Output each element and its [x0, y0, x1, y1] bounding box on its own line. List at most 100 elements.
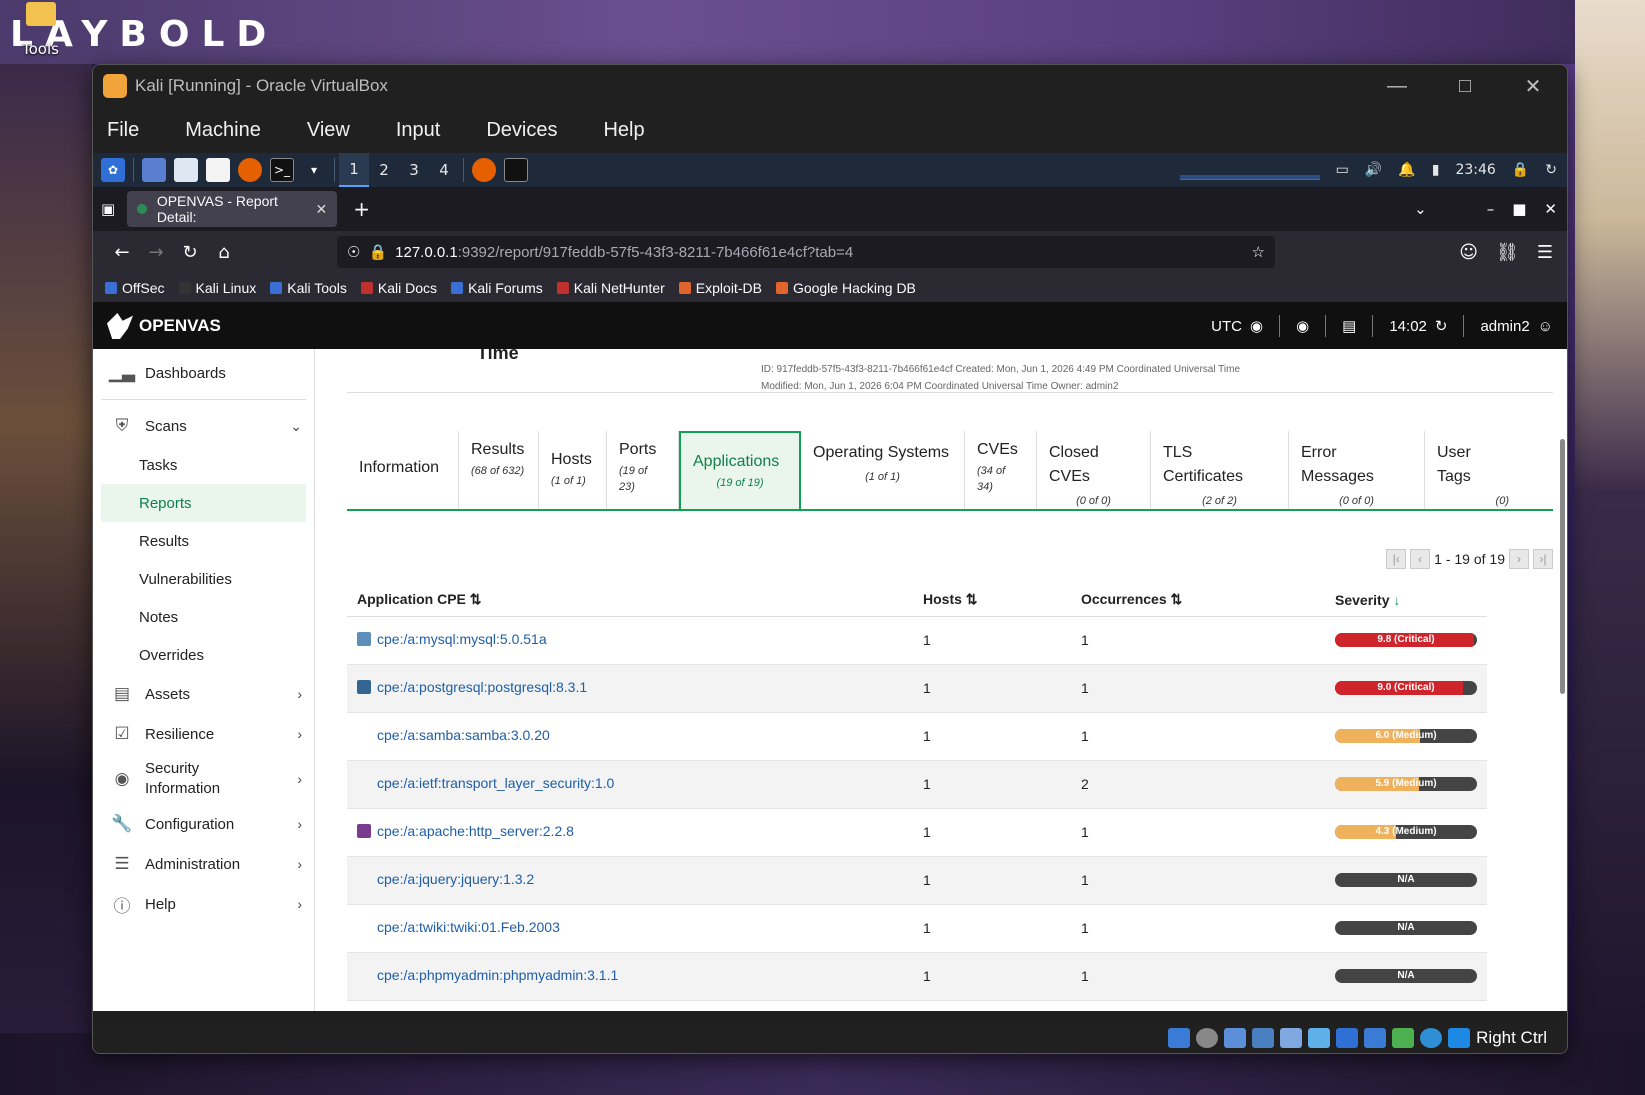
notification-bell-icon[interactable]: 🔔 — [1398, 162, 1415, 178]
tab-error-messages[interactable]: Error Messages (0 of 0) — [1289, 431, 1425, 509]
display-icon[interactable]: ▭ — [1336, 162, 1349, 178]
username[interactable]: admin2 — [1480, 318, 1529, 335]
language-flag-icon[interactable]: ◉ — [1296, 317, 1309, 335]
chevron-right-icon[interactable]: › — [297, 896, 302, 912]
openvas-logo[interactable]: OPENVAS — [107, 313, 221, 339]
panel-clock[interactable]: 23:46 — [1455, 162, 1495, 178]
sidebar-item-assets[interactable]: ▤ Assets › — [93, 674, 314, 714]
tab-user-tags[interactable]: User Tags (0) — [1425, 431, 1521, 509]
tab-cves[interactable]: CVEs (34 of 34) — [965, 431, 1037, 509]
account-icon[interactable]: ☺ — [1459, 242, 1478, 263]
chevron-right-icon[interactable]: › — [297, 816, 302, 832]
workspace-3[interactable]: 3 — [399, 153, 429, 187]
cpe-link[interactable]: cpe:/a:phpmyadmin:phpmyadmin:3.1.1 — [357, 967, 618, 983]
chevron-right-icon[interactable]: › — [297, 726, 302, 742]
sidebar-item-vulnerabilities[interactable]: Vulnerabilities — [93, 560, 314, 598]
usb-icon[interactable] — [1280, 1028, 1303, 1048]
menu-devices[interactable]: Devices — [486, 119, 557, 142]
bookmark-star-icon[interactable]: ☆ — [1252, 243, 1265, 261]
keyboard-capture-icon[interactable] — [1448, 1028, 1471, 1048]
sidebar-item-dashboards[interactable]: ▁▃ Dashboards — [93, 353, 314, 393]
cpe-link[interactable]: cpe:/a:jquery:jquery:1.3.2 — [357, 871, 534, 887]
tab-openvas-report[interactable]: OPENVAS - Report Detail: ✕ — [127, 191, 338, 227]
reload-icon[interactable]: ↻ — [173, 242, 207, 263]
back-icon[interactable]: ← — [105, 242, 139, 263]
terminal-launcher-icon[interactable]: >_ — [270, 158, 294, 182]
site-lock-icon[interactable]: 🔒 — [368, 243, 387, 261]
bookmark-kali-linux[interactable]: Kali Linux — [178, 280, 256, 296]
bookmark-exploit-db[interactable]: Exploit-DB — [678, 280, 762, 296]
ff-minimize-icon[interactable]: – — [1487, 200, 1495, 218]
sidebar-item-results[interactable]: Results — [93, 522, 314, 560]
minimize-icon[interactable]: — — [1363, 65, 1431, 107]
user-icon[interactable]: ☺ — [1538, 318, 1553, 335]
file-manager-icon[interactable] — [174, 158, 198, 182]
list-tabs-icon[interactable]: ⌄ — [1414, 200, 1427, 218]
bookmark-kali-nethunter[interactable]: Kali NetHunter — [556, 280, 665, 296]
firefox-window-icon[interactable] — [472, 158, 496, 182]
chevron-right-icon[interactable]: › — [297, 686, 302, 702]
menu-machine[interactable]: Machine — [185, 119, 261, 142]
home-icon[interactable]: ⌂ — [207, 242, 241, 263]
cpe-link[interactable]: cpe:/a:apache:http_server:2.2.8 — [357, 823, 574, 839]
col-header-hosts[interactable]: Hosts ⇅ — [913, 584, 1071, 617]
lock-icon[interactable]: 🔒 — [1512, 162, 1529, 178]
sidebar-item-administration[interactable]: ☰ Administration › — [93, 844, 314, 884]
chevron-down-icon[interactable]: ▾ — [302, 158, 326, 182]
sort-icon[interactable]: ⇅ — [966, 591, 978, 607]
tab-results[interactable]: Results (68 of 632) — [459, 431, 539, 509]
tab-overview-icon[interactable]: ▣ — [101, 200, 115, 218]
next-page-icon[interactable]: › — [1509, 549, 1529, 569]
maximize-icon[interactable]: □ — [1431, 65, 1499, 107]
sidebar-item-notes[interactable]: Notes — [93, 598, 314, 636]
menu-view[interactable]: View — [307, 119, 350, 142]
sidebar-item-scans[interactable]: ⛨ Scans ⌄ — [93, 406, 314, 446]
cpe-link[interactable]: cpe:/a:ietf:transport_layer_security:1.0 — [357, 775, 614, 791]
tab-applications[interactable]: Applications (19 of 19) — [679, 431, 801, 509]
sidebar-item-resilience[interactable]: ☑ Resilience › — [93, 714, 314, 754]
kali-menu-icon[interactable]: ✿ — [101, 158, 125, 182]
cpe-link[interactable]: cpe:/a:samba:samba:3.0.20 — [357, 727, 550, 743]
workspace-4[interactable]: 4 — [429, 153, 459, 187]
sort-icon[interactable]: ⇅ — [470, 591, 482, 607]
menu-help[interactable]: Help — [603, 119, 644, 142]
cpu-icon[interactable] — [1392, 1028, 1415, 1048]
sidebar-item-overrides[interactable]: Overrides — [93, 636, 314, 674]
sidebar-item-configuration[interactable]: 🔧 Configuration › — [93, 804, 314, 844]
recording-icon[interactable] — [1364, 1028, 1387, 1048]
text-editor-icon[interactable] — [206, 158, 230, 182]
folder-icon[interactable] — [26, 2, 56, 26]
firefox-launcher-icon[interactable] — [238, 158, 262, 182]
terminal-window-icon[interactable] — [504, 158, 528, 182]
tab-hosts[interactable]: Hosts (1 of 1) — [539, 431, 607, 509]
sort-icon[interactable]: ⇅ — [1171, 591, 1183, 607]
chevron-right-icon[interactable]: › — [297, 771, 302, 787]
menu-file[interactable]: File — [107, 119, 139, 142]
last-page-icon[interactable]: ›| — [1533, 549, 1553, 569]
show-desktop-icon[interactable] — [142, 158, 166, 182]
desktop-tools-label[interactable]: Tools — [22, 40, 59, 58]
bookmark-google-hacking-db[interactable]: Google Hacking DB — [775, 280, 916, 296]
mouse-integration-icon[interactable] — [1420, 1028, 1443, 1048]
tab-ports[interactable]: Ports (19 of 23) — [607, 431, 679, 509]
ff-close-icon[interactable]: ✕ — [1544, 200, 1557, 218]
extensions-icon[interactable]: ⛓ — [1496, 242, 1519, 263]
sort-desc-icon[interactable]: ↓ — [1393, 592, 1400, 608]
refresh-icon[interactable]: ↻ — [1435, 317, 1448, 335]
bookmark-kali-tools[interactable]: Kali Tools — [270, 280, 347, 296]
tab-information[interactable]: Information — [347, 431, 459, 509]
cpe-link[interactable]: cpe:/a:postgresql:postgresql:8.3.1 — [357, 679, 587, 695]
url-bar[interactable]: ☉ 🔒 127.0.0.1 :9392/report/917feddb-57f5… — [337, 236, 1275, 268]
close-icon[interactable]: ✕ — [1499, 65, 1567, 107]
scrollbar[interactable] — [1560, 439, 1565, 694]
sidebar-item-tasks[interactable]: Tasks — [93, 446, 314, 484]
tab-close-icon[interactable]: ✕ — [315, 201, 327, 218]
chevron-right-icon[interactable]: › — [297, 856, 302, 872]
cpe-link[interactable]: cpe:/a:twiki:twiki:01.Feb.2003 — [357, 919, 560, 935]
chevron-down-icon[interactable]: ⌄ — [290, 418, 302, 435]
optical-drive-icon[interactable] — [1196, 1028, 1219, 1048]
col-header-severity[interactable]: Severity ↓ — [1325, 584, 1487, 617]
bookmark-offsec[interactable]: OffSec — [105, 280, 165, 296]
workspace-1[interactable]: 1 — [339, 153, 369, 187]
manual-icon[interactable]: ▤ — [1342, 317, 1356, 335]
